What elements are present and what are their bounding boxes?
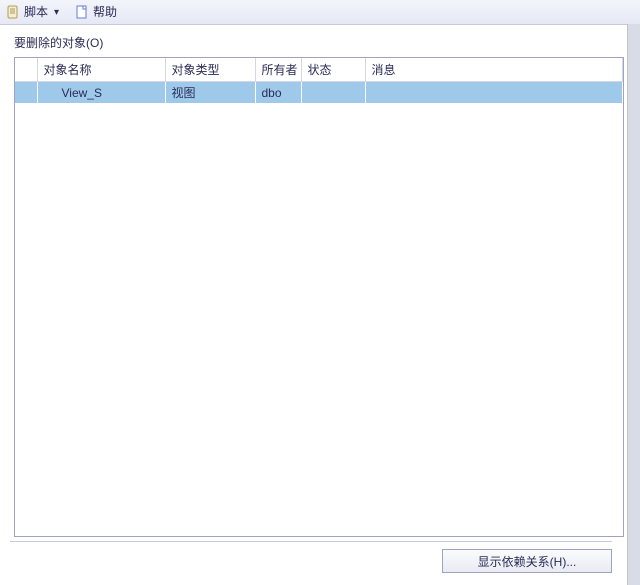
show-dependencies-button[interactable]: 显示依赖关系(H)... xyxy=(442,549,612,573)
toolbar-help-label[interactable]: 帮助 xyxy=(93,5,117,19)
objects-panel: 对象名称 对象类型 所有者 状态 消息 View_S视图dbo xyxy=(14,57,624,537)
dialog-window: 脚本 ▾ 帮助 要删除的对象(O) xyxy=(0,0,640,585)
row-select-cell[interactable] xyxy=(15,82,37,104)
client-area: 要删除的对象(O) 对象名称 对象类型 所有者 xyxy=(0,24,628,585)
row-name-cell: View_S xyxy=(37,82,165,104)
footer-separator xyxy=(10,541,612,542)
row-type-cell: 视图 xyxy=(165,82,255,104)
dialog-footer: 显示依赖关系(H)... xyxy=(10,549,612,575)
toolbar: 脚本 ▾ 帮助 xyxy=(0,0,640,25)
section-title: 要删除的对象(O) xyxy=(14,34,624,51)
dropdown-arrow-icon[interactable]: ▾ xyxy=(52,7,61,18)
col-state-header[interactable]: 状态 xyxy=(301,58,365,82)
col-message-header[interactable]: 消息 xyxy=(365,58,623,82)
objects-table-header: 对象名称 对象类型 所有者 状态 消息 xyxy=(15,58,623,82)
right-strip xyxy=(627,24,640,585)
col-name-header[interactable]: 对象名称 xyxy=(37,58,165,82)
objects-table: 对象名称 对象类型 所有者 状态 消息 View_S视图dbo xyxy=(15,58,623,103)
objects-table-body: View_S视图dbo xyxy=(15,82,623,104)
row-message-cell xyxy=(365,82,623,104)
col-owner-header[interactable]: 所有者 xyxy=(255,58,301,82)
scroll-icon xyxy=(6,5,20,19)
table-row[interactable]: View_S视图dbo xyxy=(15,82,623,104)
col-type-header[interactable]: 对象类型 xyxy=(165,58,255,82)
col-select-header[interactable] xyxy=(15,58,37,82)
row-owner-cell: dbo xyxy=(255,82,301,104)
toolbar-script-label[interactable]: 脚本 xyxy=(24,5,48,19)
page-icon xyxy=(75,5,89,19)
row-state-cell xyxy=(301,82,365,104)
